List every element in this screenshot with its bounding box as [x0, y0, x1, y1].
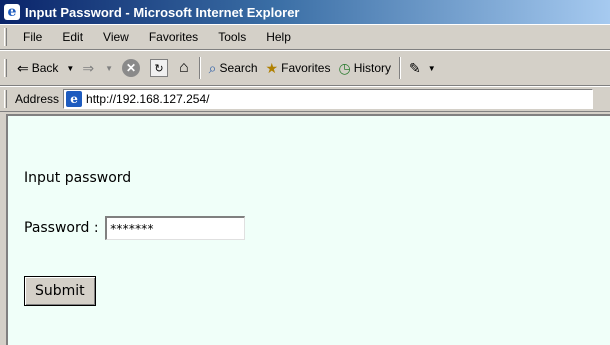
page-content: Input password Password : Submit: [6, 114, 610, 345]
menu-bar: File Edit View Favorites Tools Help: [0, 24, 610, 50]
favorites-icon: ★: [265, 60, 279, 76]
search-icon: ⌕: [208, 60, 217, 76]
ie-logo-icon: e: [4, 4, 20, 20]
back-button[interactable]: ⇐ Back: [13, 56, 62, 80]
back-dropdown-icon[interactable]: ▼: [66, 64, 74, 73]
toolbar-separator: [399, 57, 402, 79]
menu-bar-grip[interactable]: [4, 28, 7, 46]
title-bar: e Input Password - Microsoft Internet Ex…: [0, 0, 610, 24]
search-label: Search: [219, 61, 258, 75]
submit-button[interactable]: Submit: [24, 276, 96, 306]
address-label: Address: [15, 92, 60, 106]
edit-page-icon: ✎: [409, 60, 421, 76]
favorites-label: Favorites: [281, 61, 331, 75]
menu-edit[interactable]: Edit: [52, 30, 93, 44]
menu-help[interactable]: Help: [256, 30, 301, 44]
refresh-icon[interactable]: ↻: [150, 59, 168, 77]
page-icon: e: [66, 91, 83, 107]
address-url: http://192.168.127.254/: [86, 92, 210, 106]
back-label: Back: [31, 61, 59, 75]
menu-favorites[interactable]: Favorites: [139, 30, 208, 44]
window-title: Input Password - Microsoft Internet Expl…: [25, 4, 300, 20]
password-row: Password :: [24, 216, 245, 240]
address-bar: Address e http://192.168.127.254/: [0, 86, 610, 112]
stop-icon[interactable]: ✕: [122, 59, 140, 77]
toolbar-grip[interactable]: [4, 59, 7, 77]
toolbar-separator: [198, 57, 201, 79]
address-bar-grip[interactable]: [4, 90, 7, 108]
home-icon[interactable]: ⌂: [179, 59, 189, 77]
menu-tools[interactable]: Tools: [208, 30, 256, 44]
history-label: History: [353, 61, 392, 75]
favorites-button[interactable]: ★ Favorites: [262, 56, 335, 80]
search-button[interactable]: ⌕ Search: [205, 56, 262, 80]
history-button[interactable]: ◷ History: [334, 56, 395, 80]
address-input[interactable]: e http://192.168.127.254/: [63, 89, 594, 109]
edit-dropdown-icon: ▼: [427, 63, 436, 73]
back-arrow-icon: ⇐: [17, 60, 29, 76]
browser-window: e Input Password - Microsoft Internet Ex…: [0, 0, 610, 345]
forward-arrow-icon: ⇒: [82, 60, 95, 76]
password-input[interactable]: [104, 216, 245, 240]
forward-button[interactable]: ⇒: [78, 56, 101, 80]
menu-file[interactable]: File: [13, 30, 52, 44]
forward-dropdown-icon[interactable]: ▼: [105, 64, 113, 73]
history-icon: ◷: [338, 60, 351, 76]
menu-view[interactable]: View: [93, 30, 139, 44]
password-label: Password :: [24, 220, 99, 236]
page-heading: Input password: [24, 170, 132, 186]
standard-toolbar: ⇐ Back ▼ ⇒ ▼ ✕ ↻ ⌂ ⌕ Search ★ Favorites …: [0, 50, 610, 86]
edit-page-button[interactable]: ✎ ▼: [405, 56, 444, 80]
